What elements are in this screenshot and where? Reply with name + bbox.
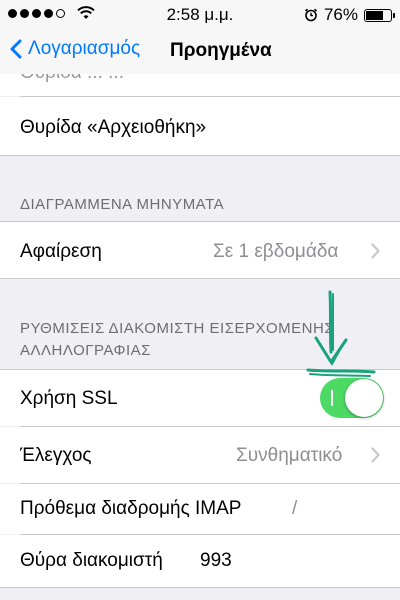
- use-ssl-toggle[interactable]: [320, 378, 384, 418]
- remove-value: Σε 1 εβδομάδα: [213, 241, 339, 262]
- imap-path-prefix-row[interactable]: Πρόθεμα διαδρομής IMAP /: [0, 484, 400, 534]
- list-item-partial[interactable]: Θυρίδα ... ...: [0, 74, 400, 96]
- section-header-incoming-server: ΡΥΘΜΙΣΕΙΣ ΔΙΑΚΟΜΙΣΤΗ ΕΙΣΕΡΧΟΜΕΝΗΣ ΑΛΛΗΛΟ…: [20, 318, 334, 362]
- imap-path-prefix-label: Πρόθεμα διαδρομής IMAP: [20, 498, 242, 519]
- status-right: 76%: [304, 5, 395, 25]
- hand-drawn-arrow: [306, 290, 376, 377]
- use-ssl-label: Χρήση SSL: [20, 388, 118, 409]
- battery-level-fill: [366, 10, 383, 20]
- authentication-label: Έλεγχος: [20, 445, 92, 466]
- section-header-deleted-messages: ΔΙΑΓΡΑΜΜΕΝΑ ΜΗΝΥΜΑΤΑ: [20, 196, 225, 213]
- navigation-bar: Λογαριασμός Προηγμένα: [0, 30, 400, 74]
- archive-mailbox-label: Θυρίδα «Αρχειοθήκη»: [20, 117, 207, 138]
- server-port-row[interactable]: Θύρα διακομιστή 993: [0, 535, 400, 587]
- battery-percent: 76%: [323, 5, 358, 24]
- remove-label: Αφαίρεση: [20, 241, 102, 262]
- authentication-row[interactable]: Έλεγχος Συνθηματικό: [0, 427, 400, 483]
- imap-path-prefix-field[interactable]: /: [292, 498, 297, 520]
- divider: [0, 278, 400, 279]
- remove-row[interactable]: Αφαίρεση Σε 1 εβδομάδα: [0, 222, 400, 278]
- chevron-left-icon: [10, 39, 22, 59]
- section-header-line: ΑΛΛΗΛΟΓΡΑΦΙΑΣ: [20, 342, 151, 359]
- server-port-label: Θύρα διακομιστή: [20, 550, 163, 571]
- divider: [0, 155, 400, 156]
- toggle-knob: [345, 379, 383, 417]
- authentication-value: Συνθηματικό: [236, 445, 343, 466]
- archive-mailbox-row[interactable]: Θυρίδα «Αρχειοθήκη»: [0, 97, 400, 155]
- divider: [0, 587, 400, 588]
- server-port-field[interactable]: 993: [200, 550, 232, 572]
- battery-icon: [364, 8, 395, 22]
- section-header-line: ΡΥΘΜΙΣΕΙΣ ΔΙΑΚΟΜΙΣΤΗ ΕΙΣΕΡΧΟΜΕΝΗΣ: [20, 320, 335, 337]
- chevron-right-icon: [371, 243, 380, 259]
- chevron-right-icon: [371, 447, 380, 463]
- status-bar: 2:58 μ.μ. 76%: [0, 0, 400, 30]
- back-button-label: Λογαριασμός: [28, 38, 141, 59]
- back-button[interactable]: Λογαριασμός: [10, 38, 140, 60]
- alarm-icon: [304, 8, 318, 22]
- page-title: Προηγμένα: [170, 40, 272, 61]
- toggle-on-indicator: [331, 390, 333, 406]
- partial-row-label: Θυρίδα ... ...: [20, 74, 124, 84]
